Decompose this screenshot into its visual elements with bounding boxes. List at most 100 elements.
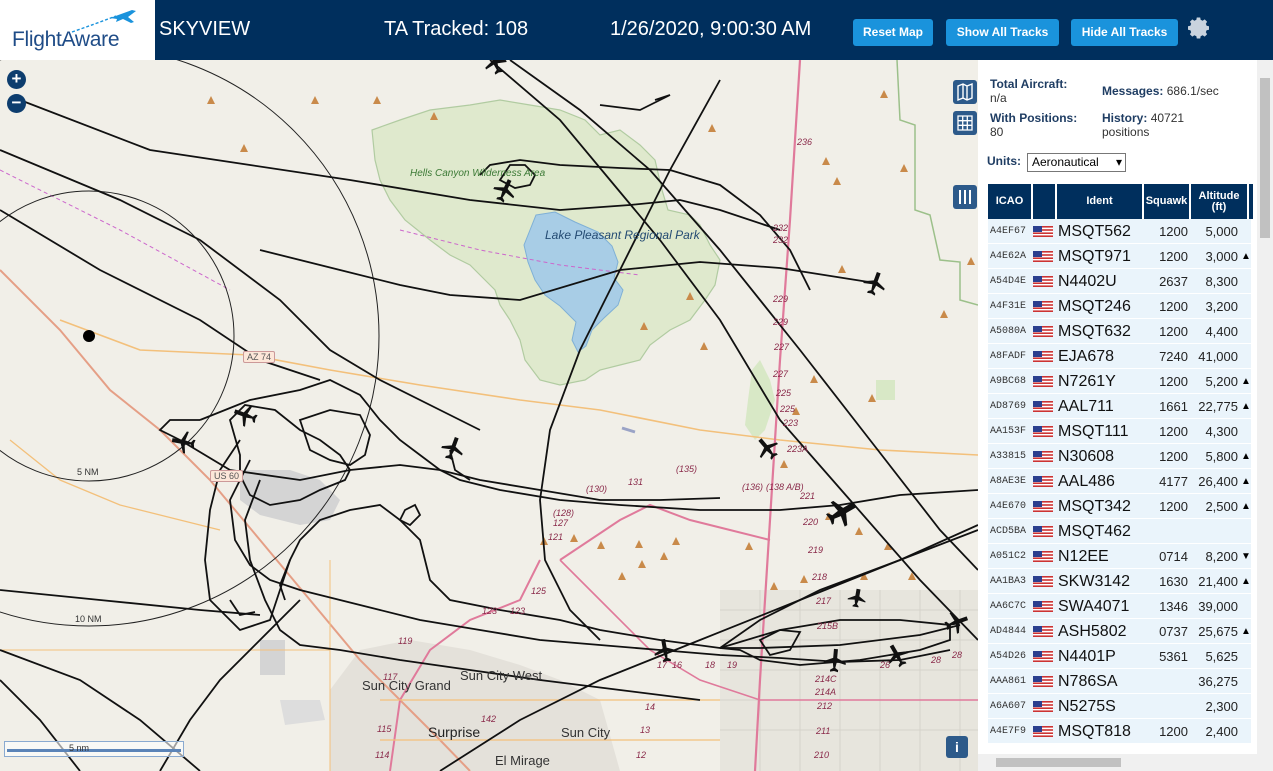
hells-canyon-label: Hells Canyon Wilderness Area <box>410 168 545 179</box>
map-canvas[interactable]: Hells Canyon Wilderness Area Lake Pleasa… <box>0 60 978 771</box>
column-flag[interactable] <box>1033 184 1055 219</box>
aircraft-row[interactable]: A4F31E MSQT246 1200 3,200 <box>988 294 1251 319</box>
us-flag-icon <box>1033 301 1053 312</box>
hide-all-tracks-button[interactable]: Hide All Tracks <box>1071 19 1178 46</box>
aircraft-row[interactable]: A54D4E N4402U 2637 8,300 <box>988 269 1251 294</box>
aircraft-row[interactable]: A33815 N30608 1200 5,800 ▲ <box>988 444 1251 469</box>
us-flag-icon <box>1033 426 1053 437</box>
aircraft-row[interactable]: A9BC68 N7261Y 1200 5,200 ▲ <box>988 369 1251 394</box>
row-altitude: 2,500 <box>1205 499 1238 514</box>
aircraft-row[interactable]: A4E7F9 MSQT818 1200 2,400 <box>988 719 1251 744</box>
columns-icon <box>959 190 971 204</box>
road-number-label: 123 <box>482 606 498 616</box>
aircraft-row[interactable]: AAA861 N786SA 36,275 <box>988 669 1251 694</box>
reset-map-button[interactable]: Reset Map <box>853 19 933 46</box>
scrollbar-thumb[interactable] <box>1260 78 1270 238</box>
us-flag-icon <box>1033 226 1053 237</box>
row-squawk: 1200 <box>1159 424 1188 439</box>
row-icao: A4EF67 <box>990 226 1027 237</box>
zoom-in-button[interactable]: + <box>7 70 26 89</box>
road-number-label: 225 <box>780 404 796 414</box>
row-altitude-trend-icon: ▲ <box>1241 376 1251 387</box>
aircraft-row[interactable]: A051C2 N12EE 0714 8,200 ▼ <box>988 544 1251 569</box>
row-ident: N7261Y <box>1058 373 1116 390</box>
aircraft-row[interactable]: A5080A MSQT632 1200 4,400 <box>988 319 1251 344</box>
sidebar-scrollbar[interactable] <box>1257 60 1273 771</box>
columns-toggle-button[interactable] <box>953 185 977 209</box>
road-number-label: 125 <box>531 586 547 596</box>
aircraft-row[interactable]: A4E670 MSQT342 1200 2,500 ▲ <box>988 494 1251 519</box>
row-altitude: 2,400 <box>1205 724 1238 739</box>
aircraft-row[interactable]: A8FADF EJA678 7240 41,000 <box>988 344 1251 369</box>
aircraft-row[interactable]: AA1BA3 SKW3142 1630 21,400 ▲ <box>988 569 1251 594</box>
info-button[interactable]: i <box>946 736 968 758</box>
aircraft-row[interactable]: A4EF67 MSQT562 1200 5,000 <box>988 219 1251 244</box>
map-layer-button[interactable] <box>953 80 977 104</box>
aircraft-row[interactable]: AD4844 ASH5802 0737 25,675 ▲ <box>988 619 1251 644</box>
row-altitude: 2,300 <box>1205 699 1238 714</box>
row-squawk: 1200 <box>1159 499 1188 514</box>
aircraft-row[interactable]: AD8769 AAL711 1661 22,775 ▲ <box>988 394 1251 419</box>
with-positions-value: 80 <box>990 125 1004 139</box>
column-ident[interactable]: Ident <box>1057 184 1142 219</box>
row-flag <box>1033 401 1053 412</box>
row-flag <box>1033 676 1053 687</box>
sun-city-west-label: Sun City West <box>460 668 543 683</box>
aircraft-row[interactable]: A54D26 N4401P 5361 5,625 <box>988 644 1251 669</box>
road-number-label: 210 <box>814 750 830 760</box>
row-altitude: 3,200 <box>1205 299 1238 314</box>
aircraft-row[interactable]: A8AE3E AAL486 4177 26,400 ▲ <box>988 469 1251 494</box>
aircraft-row[interactable]: A4E62A MSQT971 1200 3,000 ▲ <box>988 244 1251 269</box>
row-ident: AAL711 <box>1058 398 1114 415</box>
row-ident: SWA4071 <box>1058 598 1130 615</box>
row-icao: A4F31E <box>990 301 1027 312</box>
row-altitude-trend-icon: ▲ <box>1241 476 1251 487</box>
row-altitude: 4,400 <box>1205 324 1238 339</box>
units-label: Units: <box>987 154 1021 168</box>
messages-stat: Messages: 686.1/sec <box>1102 84 1219 98</box>
aircraft-row[interactable]: ACD5BA MSQT462 <box>988 519 1251 544</box>
row-ident: N30608 <box>1058 448 1115 465</box>
road-number-label: 232 <box>773 235 789 245</box>
column-icao[interactable]: ICAO <box>988 184 1031 219</box>
row-ident: N786SA <box>1058 673 1118 690</box>
aircraft-row[interactable]: AA153F MSQT111 1200 4,300 <box>988 419 1251 444</box>
az74-shield: AZ 74 <box>243 351 276 363</box>
row-altitude-trend-icon: ▲ <box>1241 451 1251 462</box>
row-icao: AA6C7C <box>990 601 1027 612</box>
row-icao: A54D4E <box>990 276 1027 287</box>
road-number-label: 232 <box>773 223 789 233</box>
units-select[interactable]: Aeronautical <box>1027 153 1126 172</box>
show-all-tracks-button[interactable]: Show All Tracks <box>946 19 1059 46</box>
column-squawk[interactable]: Squawk <box>1144 184 1189 219</box>
road-number-label: 214A <box>815 687 837 697</box>
road-number-label: 121 <box>548 532 564 542</box>
row-icao: AD4844 <box>990 626 1027 637</box>
row-squawk: 1200 <box>1159 299 1188 314</box>
grid-layer-button[interactable] <box>953 111 977 135</box>
row-altitude: 22,775 <box>1198 399 1238 414</box>
column-altitude[interactable]: Altitude (ft) <box>1191 184 1247 219</box>
zoom-out-button[interactable]: − <box>7 94 26 113</box>
road-number-label: 217 <box>816 596 832 606</box>
row-icao: A54D26 <box>990 651 1027 662</box>
road-number-label: 14 <box>645 702 656 712</box>
aircraft-row[interactable]: A6A607 N5275S 2,300 <box>988 694 1251 719</box>
row-altitude-trend-icon: ▼ <box>1241 551 1251 562</box>
road-number-label: 212 <box>817 701 833 711</box>
flightaware-logo[interactable]: FlightAware <box>0 0 155 60</box>
row-squawk: 1200 <box>1159 449 1188 464</box>
road-number-label: 227 <box>773 369 789 379</box>
settings-gear-icon[interactable] <box>1188 16 1212 40</box>
us-flag-icon <box>1033 276 1053 287</box>
aircraft-row[interactable]: AA6C7C SWA4071 1346 39,000 <box>988 594 1251 619</box>
horizontal-scrollbar-thumb[interactable] <box>996 758 1121 767</box>
road-number-label: 229 <box>773 317 789 327</box>
road-number-label: (128) <box>553 508 575 518</box>
row-icao: A8FADF <box>990 351 1027 362</box>
sidebar-horizontal-scrollbar[interactable] <box>978 754 1257 771</box>
us-flag-icon <box>1033 451 1053 462</box>
map-basemap <box>0 60 978 771</box>
row-flag <box>1033 626 1053 637</box>
row-icao: ACD5BA <box>990 526 1027 537</box>
